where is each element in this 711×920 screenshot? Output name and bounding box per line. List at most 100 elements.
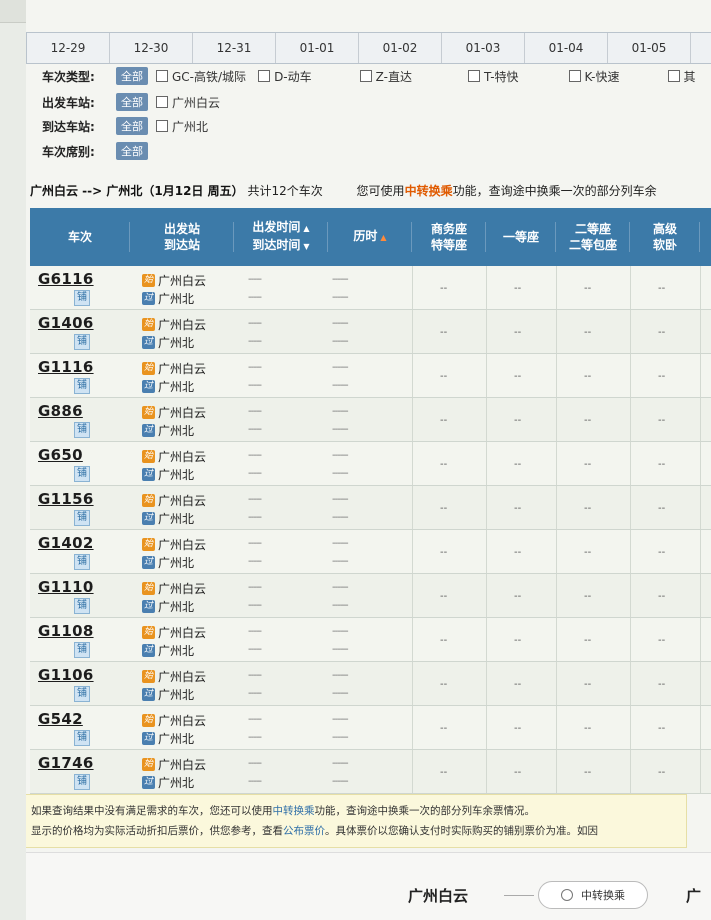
train-code[interactable]: G650 [38,446,83,464]
transfer-link[interactable]: 中转换乘 [273,805,315,817]
fare-link[interactable]: 公布票价 [283,825,325,837]
train-code[interactable]: G542 [38,710,83,728]
col-duration[interactable]: 历时 [328,208,412,266]
train-code[interactable]: G886 [38,402,83,420]
all-button[interactable]: 全部 [116,67,148,85]
depart-time: ----- [248,538,262,549]
table-row[interactable]: G886 铺始广州白云过广州北 ----- ----- ------ ------ -- --… [30,398,711,442]
type-option[interactable]: GC-高铁/城际 [156,68,246,85]
col-time[interactable]: 出发时间到达时间 [234,208,328,266]
date-tab[interactable]: 12-29 [27,33,110,63]
pu-icon[interactable]: 铺 [74,598,90,614]
train-code[interactable]: G6116 [38,270,94,288]
train-code[interactable]: G1156 [38,490,94,508]
all-button[interactable]: 全部 [116,117,148,135]
checkbox-icon[interactable] [667,70,680,82]
table-row[interactable]: G1746 铺始广州白云过广州北 ----- ----- ------ ------ -- -… [30,750,711,794]
table-row[interactable]: G1110 铺始广州白云过广州北 ----- ----- ------ ------ -- -… [30,574,711,618]
all-button[interactable]: 全部 [116,93,148,111]
pass-icon: 过 [142,380,155,393]
date-tab[interactable]: 12-31 [193,33,276,63]
checkbox-icon[interactable] [568,70,581,82]
date-tab[interactable]: 01-03 [442,33,525,63]
column-divider [412,750,413,793]
seat-availability: -- [514,679,522,690]
checkbox-icon[interactable] [467,70,480,82]
date-tab[interactable]: 12-30 [110,33,193,63]
checkbox-icon[interactable] [156,96,168,108]
pu-icon[interactable]: 铺 [74,686,90,702]
train-code[interactable]: G1108 [38,622,94,640]
from-station: 始广州白云 [142,670,207,684]
station-option[interactable]: 广州白云 [156,94,220,111]
table-row[interactable]: G1156 铺始广州白云过广州北 ----- ----- ------ ------ -- -… [30,486,711,530]
checkbox-icon[interactable] [156,70,168,82]
pu-icon[interactable]: 铺 [74,466,90,482]
date-tab[interactable]: 01-01 [276,33,359,63]
date-tab[interactable]: 01-02 [359,33,442,63]
table-row[interactable]: G1406 铺始广州白云过广州北 ----- ----- ------ ------ -- -… [30,310,711,354]
pu-icon[interactable]: 铺 [74,554,90,570]
pu-icon[interactable]: 铺 [74,290,90,306]
pu-icon[interactable]: 铺 [74,774,90,790]
table-row[interactable]: G1106 铺始广州白云过广州北 ----- ----- ------ ------ -- -… [30,662,711,706]
duration: ------ [332,556,349,567]
column-divider [486,266,487,309]
type-option[interactable]: T-特快 [467,68,519,85]
column-divider [630,310,631,353]
pu-icon[interactable]: 铺 [74,510,90,526]
from-station: 始广州白云 [142,450,207,464]
seat-availability: -- [514,283,522,294]
train-code[interactable]: G1116 [38,358,94,376]
transfer-link[interactable]: 中转换乘 [405,184,453,198]
pass-icon: 过 [142,644,155,657]
checkbox-icon[interactable] [258,70,271,82]
train-code[interactable]: G1106 [38,666,94,684]
pass-icon: 过 [142,468,155,481]
column-divider [700,662,701,705]
column-divider [556,266,557,309]
table-row[interactable]: G1116 铺始广州白云过广州北 ----- ----- ------ ------ -- -… [30,354,711,398]
train-code[interactable]: G1746 [38,754,94,772]
start-icon: 始 [142,318,155,331]
pu-icon[interactable]: 铺 [74,422,90,438]
checkbox-icon[interactable] [359,70,372,82]
seat-availability: -- [440,459,448,470]
station-option[interactable]: 广州北 [156,118,208,135]
date-tab[interactable]: 01-05 [608,33,691,63]
seat-availability: -- [658,459,666,470]
pu-icon[interactable]: 铺 [74,642,90,658]
type-option[interactable]: D-动车 [258,68,312,85]
table-row[interactable]: G542 铺始广州白云过广州北 ----- ----- ------ ------ -- --… [30,706,711,750]
table-row[interactable]: G650 铺始广州白云过广州北 ----- ----- ------ ------ -- --… [30,442,711,486]
arrive-time: ----- [248,380,262,391]
table-row[interactable]: G1108 铺始广州白云过广州北 ----- ----- ------ ------ -- -… [30,618,711,662]
seat-availability: -- [514,503,522,514]
filter-from-station: 出发车站: 全部 广州白云 [42,92,232,112]
type-option[interactable]: Z-直达 [359,68,412,85]
pu-icon[interactable]: 铺 [74,378,90,394]
depart-time: ----- [248,406,262,417]
pu-icon[interactable]: 铺 [74,334,90,350]
seat-availability: -- [658,723,666,734]
train-code[interactable]: G1406 [38,314,94,332]
pass-icon: 过 [142,600,155,613]
from-station: 始广州白云 [142,274,207,288]
table-row[interactable]: G6116 铺始广州白云过广州北 ----- ----- ------ ------ -- -… [30,266,711,310]
train-code[interactable]: G1402 [38,534,94,552]
transfer-button[interactable]: 中转换乘 [538,881,648,909]
column-divider [630,750,631,793]
date-tab[interactable]: 01-04 [525,33,608,63]
checkbox-icon[interactable] [156,120,168,132]
train-code[interactable]: G1110 [38,578,94,596]
all-button[interactable]: 全部 [116,142,148,160]
column-divider [412,530,413,573]
pu-icon[interactable]: 铺 [74,730,90,746]
type-option[interactable]: K-快速 [568,68,620,85]
col-station: 出发站 到达站 [130,208,234,266]
seat-availability: -- [440,591,448,602]
table-row[interactable]: G1402 铺始广州白云过广州北 ----- ----- ------ ------ -- -… [30,530,711,574]
type-option[interactable]: 其 [667,68,696,85]
duration: ------ [332,688,349,699]
filter-to-station: 到达车站: 全部 广州北 [42,116,220,136]
